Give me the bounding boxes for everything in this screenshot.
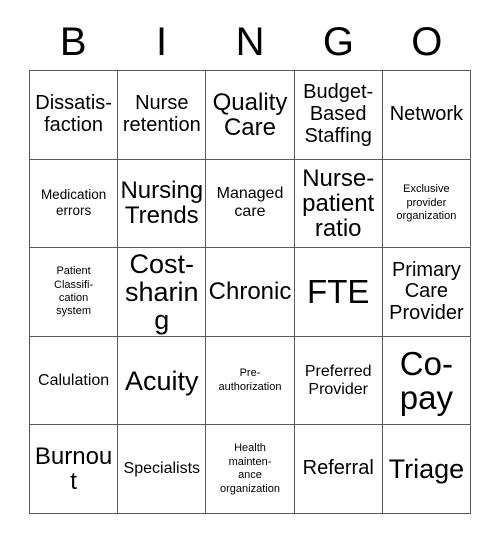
bingo-cell-r4c5[interactable]: Co- pay	[382, 336, 471, 426]
bingo-cell-r4c1[interactable]: Calulation	[30, 336, 119, 426]
bingo-cell-r5c3[interactable]: Health mainten- ance organization	[206, 425, 295, 514]
bingo-cell-r1c4[interactable]: Budget- Based Staffing	[294, 71, 383, 160]
bingo-cell-label: Budget- Based Staffing	[303, 81, 374, 147]
bingo-cell-r4c4[interactable]: Preferred Provider	[294, 336, 383, 426]
bingo-cell-label: Co- pay	[399, 344, 453, 416]
bingo-grid: Dissatis- faction Nurse retention Quality …	[29, 70, 471, 514]
bingo-cell-label: Nursing Trends	[120, 177, 204, 230]
bingo-cell-label: Pre- authorization	[218, 367, 282, 393]
bingo-cell-r5c5[interactable]: Triage	[382, 425, 471, 514]
bingo-cell-label: FTE	[307, 273, 370, 311]
bingo-cell-label: Health mainten- ance organization	[220, 442, 280, 495]
bingo-cell-r3c3[interactable]: Chronic	[206, 248, 295, 337]
bingo-cell-r1c3[interactable]: Quality Care	[206, 71, 295, 160]
bingo-cell-r1c2[interactable]: Nurse retention	[118, 71, 207, 160]
bingo-cell-label: Quality Care	[212, 88, 288, 141]
header-letter-n: N	[235, 20, 265, 64]
bingo-cell-r3c1[interactable]: Patient Classifi- cation system	[30, 248, 119, 337]
bingo-cell-r5c4[interactable]: Referral	[294, 425, 383, 514]
header-letter-o: O	[411, 20, 443, 64]
bingo-cell-label: Medication errors	[40, 187, 107, 219]
bingo-header: B I N G O	[29, 14, 471, 70]
bingo-cell-label: Exclusive provider organization	[396, 183, 457, 223]
bingo-cell-r3c2[interactable]: Cost- sharing	[118, 248, 207, 337]
bingo-cell-r5c2[interactable]: Specialists	[118, 425, 207, 514]
bingo-cell-label: Cost- sharing	[125, 248, 199, 336]
bingo-cell-label: Preferred Provider	[304, 362, 372, 398]
bingo-cell-label: Referral	[302, 457, 374, 480]
bingo-cell-label: Primary Care Provider	[389, 258, 464, 324]
bingo-cell-label: Calulation	[38, 371, 110, 389]
header-letter-g: G	[322, 20, 354, 64]
bingo-cell-r5c1[interactable]: Burnout	[30, 425, 119, 514]
bingo-cell-label: Acuity	[125, 365, 199, 396]
bingo-cell-r3c5[interactable]: Primary Care Provider	[382, 248, 471, 337]
header-letter-b: B	[59, 20, 87, 64]
bingo-cell-r2c3[interactable]: Managed care	[206, 159, 295, 249]
bingo-cell-r2c5[interactable]: Exclusive provider organization	[382, 159, 471, 249]
bingo-cell-label: Dissatis- faction	[35, 92, 112, 136]
bingo-cell-r1c5[interactable]: Network	[382, 71, 471, 160]
bingo-cell-label: Network	[389, 103, 464, 125]
bingo-cell-label: Chronic	[208, 278, 292, 306]
bingo-cell-label: Nurse- patient ratio	[302, 164, 375, 242]
bingo-card: B I N G O Dissatis- faction Nurse retenti…	[0, 0, 500, 544]
bingo-cell-r2c2[interactable]: Nursing Trends	[118, 159, 207, 249]
bingo-cell-r4c2[interactable]: Acuity	[118, 336, 207, 426]
bingo-cell-label: Managed care	[216, 185, 284, 221]
header-letter-i: I	[156, 20, 168, 64]
bingo-cell-label: Nurse retention	[122, 92, 201, 136]
bingo-cell-label: Triage	[388, 454, 465, 485]
bingo-cell-r2c1[interactable]: Medication errors	[30, 159, 119, 249]
bingo-cell-r2c4[interactable]: Nurse- patient ratio	[294, 159, 383, 249]
bingo-cell-label: Burnout	[34, 443, 113, 496]
bingo-cell-label: Patient Classifi- cation system	[54, 265, 94, 318]
bingo-cell-r4c3[interactable]: Pre- authorization	[206, 336, 295, 426]
bingo-cell-r3c4[interactable]: FTE	[294, 248, 383, 337]
bingo-cell-label: Specialists	[123, 460, 201, 478]
bingo-cell-r1c1[interactable]: Dissatis- faction	[30, 71, 119, 160]
